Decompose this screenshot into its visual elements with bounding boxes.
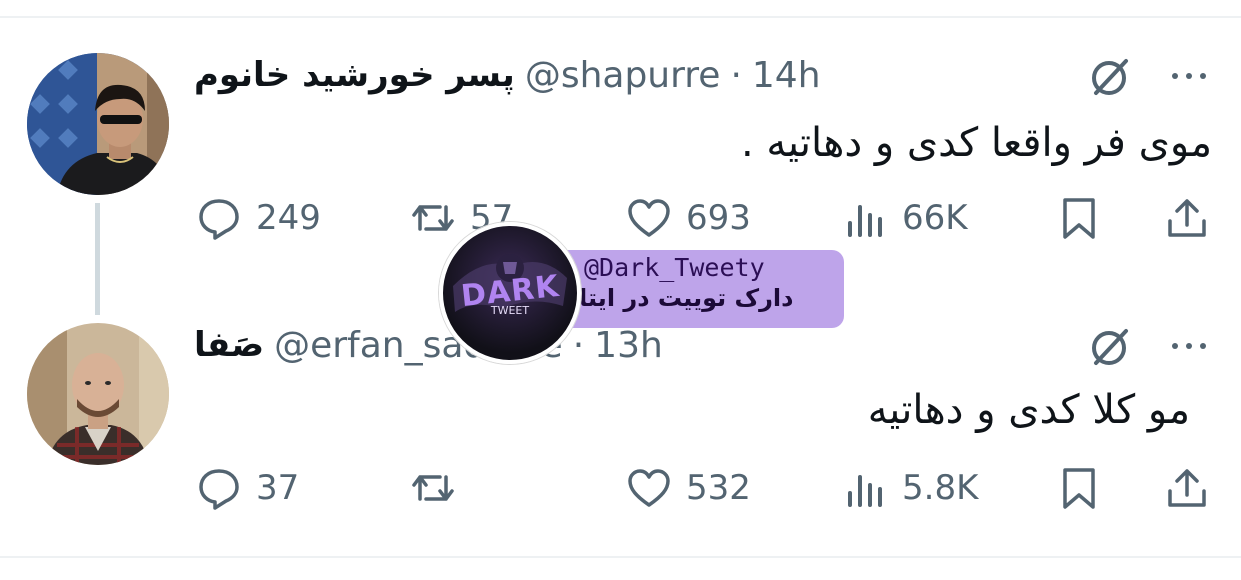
- avatar-photo: [27, 53, 169, 195]
- share-icon: [1168, 469, 1206, 507]
- reply-icon: [199, 469, 239, 510]
- display-name[interactable]: صَفا: [194, 325, 264, 365]
- views-button[interactable]: 66K: [842, 190, 968, 246]
- more-icon[interactable]: [1166, 323, 1212, 369]
- like-button[interactable]: 532: [626, 460, 751, 516]
- bookmark-icon: [1063, 198, 1095, 239]
- like-count: 532: [686, 468, 751, 508]
- share-icon: [1168, 199, 1206, 237]
- repost-icon: [412, 475, 454, 501]
- share-button[interactable]: [1164, 460, 1210, 516]
- avatar[interactable]: [27, 323, 169, 465]
- views-button[interactable]: 5.8K: [842, 460, 978, 516]
- bookmark-button[interactable]: [1056, 190, 1102, 246]
- watermark-logo: DARK TWEET: [439, 222, 581, 364]
- watermark-logo-subtitle: TWEET: [490, 304, 530, 317]
- bookmark-button[interactable]: [1056, 460, 1102, 516]
- grok-icon[interactable]: [1088, 323, 1134, 369]
- avatar[interactable]: [27, 53, 169, 195]
- reply-count: 249: [256, 198, 321, 238]
- bookmark-icon: [1063, 468, 1095, 509]
- like-icon: [628, 469, 670, 507]
- views-icon: [848, 475, 882, 507]
- timestamp[interactable]: 14h: [752, 55, 821, 96]
- tweet-text: مو کلا کدی و دهاتیه: [867, 387, 1190, 433]
- watermark-handle: @Dark_Tweety: [584, 253, 765, 282]
- reply-count: 37: [256, 468, 300, 508]
- avatar-photo: [27, 323, 169, 465]
- more-icon[interactable]: [1166, 53, 1212, 99]
- views-count: 5.8K: [902, 468, 979, 508]
- bottom-divider: [0, 556, 1241, 558]
- reply-button[interactable]: 37: [196, 460, 299, 516]
- repost-button[interactable]: [410, 460, 470, 516]
- grok-icon[interactable]: [1088, 53, 1134, 99]
- tweet-text: موی فر واقعا کدی و دهاتیه .: [740, 120, 1212, 166]
- user-handle[interactable]: @shapurre: [525, 55, 721, 96]
- watermark-subtitle: دارک توییت در ایتا: [579, 284, 794, 312]
- views-count: 66K: [902, 198, 968, 238]
- top-divider: [0, 16, 1241, 18]
- reply-icon: [199, 199, 239, 240]
- display-name[interactable]: پسر خورشید خانوم: [194, 55, 515, 95]
- reply-button[interactable]: 249: [196, 190, 321, 246]
- share-button[interactable]: [1164, 190, 1210, 246]
- tweet-header: پسر خورشید خانوم @shapurre · 14h: [194, 50, 821, 100]
- watermark: @Dark_Tweety دارک توییت در ایتا DARK TWE…: [439, 222, 849, 364]
- separator-dot: ·: [730, 54, 742, 96]
